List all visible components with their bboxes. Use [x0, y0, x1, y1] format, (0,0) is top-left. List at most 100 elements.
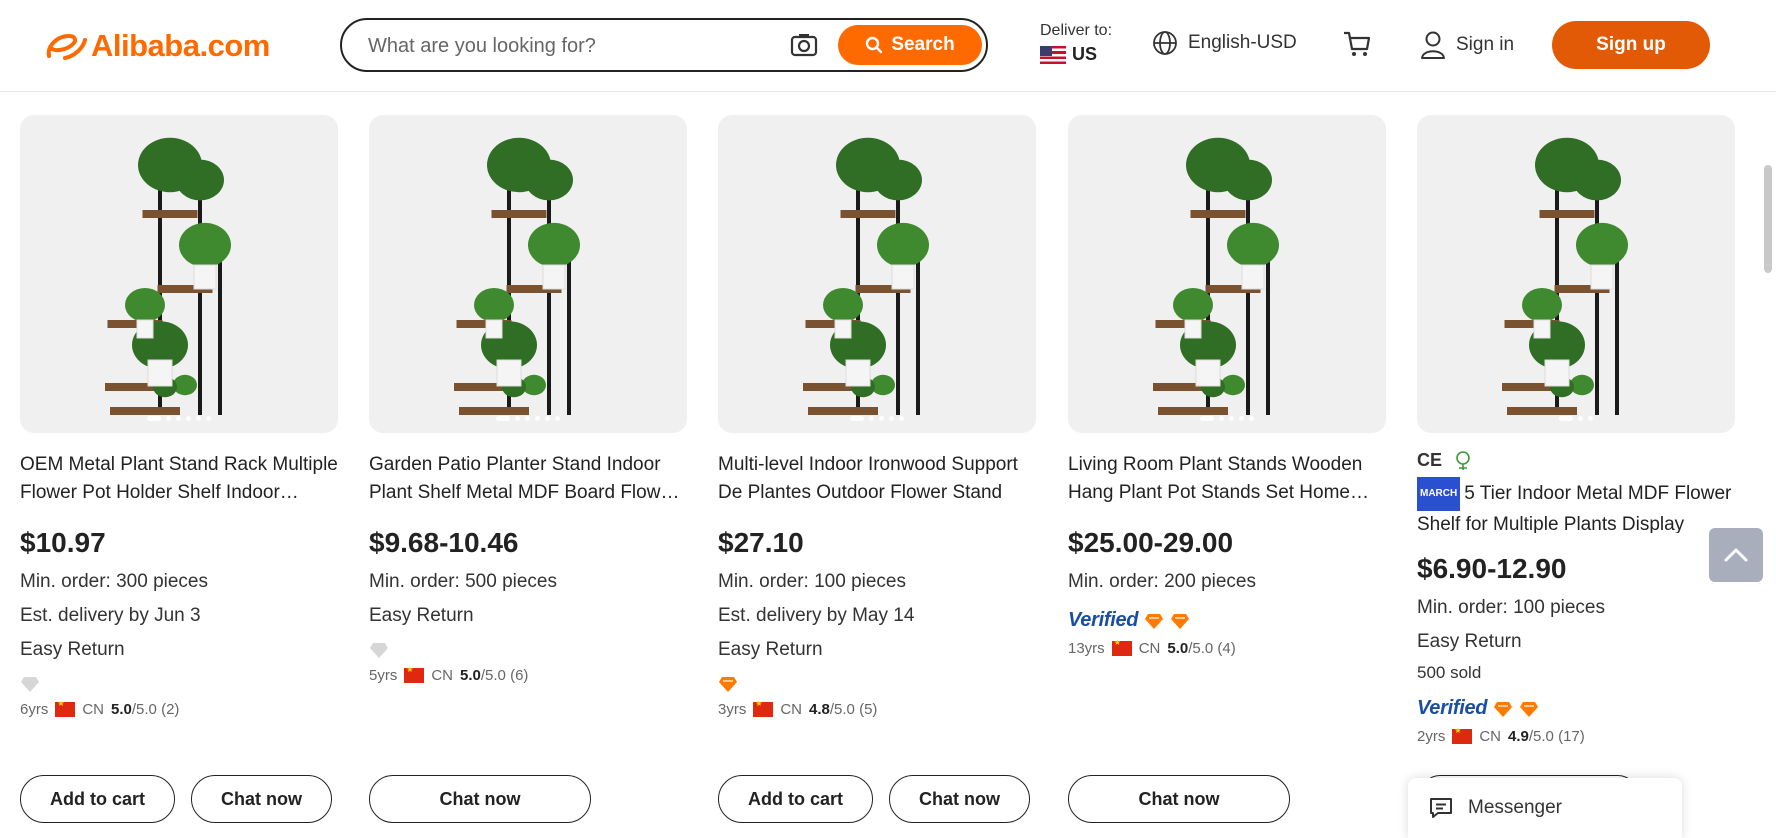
diamond-icon [370, 643, 388, 658]
search-button[interactable]: Search [838, 25, 982, 65]
supplier-years: 2yrs [1417, 728, 1446, 745]
sign-in-link[interactable]: Sign in [1420, 30, 1514, 60]
diamond-icon [1171, 613, 1190, 629]
product-title[interactable]: Garden Patio Planter Stand Indoor Plant … [369, 451, 687, 507]
page-scrollbar[interactable] [1764, 165, 1772, 273]
messenger-widget[interactable]: Messenger [1408, 778, 1682, 838]
diamond-icon [719, 677, 737, 692]
top-header: Alibaba.com Search Deliver to: US [0, 0, 1776, 92]
min-order: Min. order: 100 pieces [1417, 597, 1605, 618]
product-price: $9.68-10.46 [369, 527, 519, 558]
supplier-country: CN [1138, 640, 1161, 657]
globe-icon [1153, 31, 1177, 55]
plant-stand-image [105, 137, 231, 415]
easy-return: Easy Return [1417, 631, 1522, 652]
card-actions: Chat now [369, 775, 591, 823]
card-actions: Chat now [1068, 775, 1290, 823]
supplier-years: 5yrs [369, 667, 398, 684]
alibaba-logo-icon [46, 33, 87, 60]
chat-now-button[interactable]: Chat now [1068, 775, 1290, 823]
product-price: $6.90-12.90 [1417, 553, 1567, 584]
verified-badge: Verified [1068, 609, 1139, 631]
product-card[interactable]: CE MARCH 5 Tier Indoor Metal MDF Flower S… [1417, 115, 1735, 745]
supplier-rating: 4.8/5.0 (5) [809, 701, 878, 718]
search-bar: Search [340, 18, 988, 72]
add-to-cart-button[interactable]: Add to cart [20, 775, 175, 823]
min-order: Min. order: 200 pieces [1068, 571, 1256, 592]
cart-icon[interactable] [1342, 30, 1372, 58]
card-actions: Add to cart Chat now [20, 775, 332, 823]
product-price: $27.10 [718, 527, 804, 558]
sold-count: 500 sold [1417, 663, 1482, 682]
easy-return: Easy Return [369, 605, 474, 626]
search-button-label: Search [891, 34, 955, 55]
supplier-badges: Verified [1417, 697, 1735, 720]
camera-icon[interactable] [790, 32, 818, 58]
diamond-icon [1520, 701, 1539, 717]
product-card[interactable]: Living Room Plant Stands Wooden Hang Pla… [1068, 115, 1386, 657]
est-delivery: Est. delivery by May 14 [718, 605, 915, 626]
plant-stand-image [1153, 137, 1279, 415]
supplier-rating: 5.0/5.0 (6) [460, 667, 529, 684]
product-title[interactable]: MARCH 5 Tier Indoor Metal MDF Flower Shel… [1417, 477, 1735, 533]
us-flag-icon [1040, 45, 1066, 64]
deliver-to-selector[interactable]: Deliver to: US [1040, 22, 1112, 65]
image-carousel-dots[interactable] [1559, 416, 1593, 421]
product-card[interactable]: Garden Patio Planter Stand Indoor Plant … [369, 115, 687, 684]
product-image[interactable] [1068, 115, 1386, 433]
diamond-icon [1494, 701, 1513, 717]
product-price: $10.97 [20, 527, 106, 558]
add-to-cart-button[interactable]: Add to cart [718, 775, 873, 823]
product-title[interactable]: Living Room Plant Stands Wooden Hang Pla… [1068, 451, 1386, 507]
diamond-icon [21, 677, 39, 692]
product-image[interactable] [718, 115, 1036, 433]
alibaba-logo[interactable]: Alibaba.com [45, 26, 270, 66]
supplier-info: 3yrs CN 4.8/5.0 (5) [718, 699, 1036, 718]
supplier-country: CN [780, 701, 803, 718]
supplier-badges [718, 675, 1036, 693]
back-to-top-button[interactable] [1709, 528, 1763, 582]
image-carousel-dots[interactable] [850, 416, 904, 421]
supplier-rating: 5.0/5.0 (4) [1167, 640, 1236, 657]
sign-in-label: Sign in [1456, 34, 1515, 55]
image-carousel-dots[interactable] [496, 416, 560, 421]
product-card[interactable]: Multi-level Indoor Ironwood Support De P… [718, 115, 1036, 718]
product-price: $25.00-29.00 [1068, 527, 1234, 558]
chat-now-button[interactable]: Chat now [369, 775, 591, 823]
deliver-country-code: US [1072, 44, 1098, 64]
chat-now-button[interactable]: Chat now [889, 775, 1030, 823]
product-image[interactable] [1417, 115, 1735, 433]
supplier-info: 2yrs CN 4.9/5.0 (17) [1417, 726, 1735, 745]
product-card[interactable]: OEM Metal Plant Stand Rack Multiple Flow… [20, 115, 338, 718]
supplier-info: 13yrs CN 5.0/5.0 (4) [1068, 638, 1386, 657]
chat-now-button[interactable]: Chat now [191, 775, 332, 823]
product-image[interactable] [20, 115, 338, 433]
min-order: Min. order: 300 pieces [20, 571, 208, 592]
product-image[interactable] [369, 115, 687, 433]
cn-flag-icon [55, 699, 76, 717]
min-order: Min. order: 100 pieces [718, 571, 906, 592]
certification-badges: CE [1417, 449, 1735, 471]
eco-certification-icon [1456, 451, 1470, 470]
verified-badge: Verified [1417, 697, 1488, 719]
messenger-label: Messenger [1468, 797, 1562, 818]
supplier-badges [369, 641, 687, 659]
supplier-info: 5yrs CN 5.0/5.0 (6) [369, 665, 687, 684]
sign-up-button[interactable]: Sign up [1552, 21, 1710, 69]
image-carousel-dots[interactable] [147, 416, 211, 421]
language-currency-selector[interactable]: English-USD [1152, 30, 1297, 56]
product-title[interactable]: OEM Metal Plant Stand Rack Multiple Flow… [20, 451, 338, 507]
est-delivery: Est. delivery by Jun 3 [20, 605, 201, 626]
product-title[interactable]: Multi-level Indoor Ironwood Support De P… [718, 451, 1036, 507]
march-promo-badge: MARCH [1417, 477, 1461, 511]
image-carousel-dots[interactable] [1200, 416, 1254, 421]
deliver-to-label: Deliver to: [1040, 22, 1113, 39]
supplier-country: CN [431, 667, 454, 684]
supplier-years: 6yrs [20, 701, 49, 718]
supplier-badges: Verified [1068, 609, 1386, 632]
search-input[interactable] [368, 32, 768, 60]
deliver-country: US [1040, 44, 1112, 65]
logo-text: Alibaba.com [91, 28, 270, 63]
supplier-rating: 5.0/5.0 (2) [111, 701, 180, 718]
plant-stand-image [1502, 137, 1628, 415]
